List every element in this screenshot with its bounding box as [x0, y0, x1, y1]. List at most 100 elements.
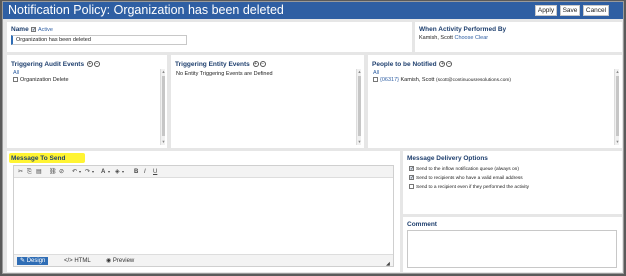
remove-icon[interactable]: −: [446, 61, 453, 68]
save-button[interactable]: Save: [560, 5, 580, 16]
delivery-option-self[interactable]: Send to a recipient even if they perform…: [409, 184, 529, 190]
italic-icon[interactable]: I: [144, 168, 146, 176]
cut-icon[interactable]: ✂: [18, 168, 23, 176]
link-icon[interactable]: ⛓: [49, 168, 57, 176]
performer-name: Kamish, Scott: [419, 35, 453, 41]
scroll-thumb[interactable]: [358, 76, 361, 136]
entity-events-label: Triggering Entity Events: [175, 61, 250, 68]
person-checkbox[interactable]: [373, 77, 378, 83]
undo-icon[interactable]: ↶: [72, 168, 77, 176]
resize-handle-icon[interactable]: ◢: [386, 260, 390, 268]
people-all-link[interactable]: All: [373, 70, 379, 76]
tab-preview[interactable]: ◉ Preview: [106, 257, 134, 265]
add-icon[interactable]: +: [86, 61, 93, 68]
audit-all-link[interactable]: All: [13, 70, 19, 76]
rich-text-editor[interactable]: ✂ ⎘ ▤ ⛓ ⊘ ↶ ▾ ↷ ▾ A ▾ ◈ ▾ B I U ✎ Design…: [13, 165, 394, 267]
people-heading: People to be Notified + −: [372, 61, 453, 68]
paste-icon[interactable]: ▤: [36, 168, 42, 176]
entity-events-heading: Triggering Entity Events + −: [175, 61, 266, 68]
when-activity-person: Kamish, Scott Choose Clear: [419, 35, 488, 41]
person-email: (scott@continuousresolutions.com): [435, 78, 511, 83]
active-toggle[interactable]: Active: [31, 27, 53, 33]
name-field[interactable]: Organization has been deleted: [11, 35, 187, 45]
scroll-up-icon[interactable]: ▲: [357, 70, 362, 74]
undo-dropdown-icon[interactable]: ▾: [79, 168, 81, 176]
fill-color-icon[interactable]: ◈: [115, 168, 120, 176]
person-item[interactable]: {06317} Kamish, Scott (scott@continuousr…: [373, 77, 511, 83]
audit-events-heading: Triggering Audit Events + −: [11, 61, 100, 68]
comment-field[interactable]: [407, 230, 617, 268]
name-label: Name: [11, 26, 29, 33]
add-icon[interactable]: +: [252, 61, 259, 68]
underline-icon[interactable]: U: [153, 168, 157, 176]
font-color-dropdown-icon[interactable]: ▾: [108, 168, 110, 176]
message-panel: Message To Send ✂ ⎘ ▤ ⛓ ⊘ ↶ ▾ ↷ ▾ A ▾ ◈ …: [7, 151, 400, 272]
cancel-button[interactable]: Cancel: [583, 5, 609, 16]
delivery-option-email[interactable]: Send to recipients who have a valid emai…: [409, 175, 523, 181]
clear-link[interactable]: Clear: [475, 35, 488, 41]
delivery-option-label: Send to a recipient even if they perform…: [416, 184, 530, 190]
notification-policy-window: Notification Policy: Organization has be…: [2, 1, 624, 274]
people-label: People to be Notified: [372, 61, 437, 68]
active-label: Active: [38, 27, 53, 33]
choose-link[interactable]: Choose: [454, 35, 473, 41]
when-activity-panel: When Activity Performed By Kamish, Scott…: [415, 22, 622, 52]
remove-icon[interactable]: −: [93, 61, 100, 68]
tab-design[interactable]: ✎ Design: [17, 257, 49, 265]
add-icon[interactable]: +: [439, 61, 446, 68]
scroll-thumb[interactable]: [162, 76, 165, 136]
audit-events-panel: Triggering Audit Events + − All Organizat…: [7, 55, 167, 148]
unlink-icon[interactable]: ⊘: [59, 168, 64, 176]
audit-events-label: Triggering Audit Events: [11, 61, 85, 68]
delivery-label: Message Delivery Options: [407, 155, 488, 162]
title-bar: Notification Policy: Organization has be…: [3, 2, 623, 19]
when-activity-label: When Activity Performed By: [419, 26, 507, 33]
scroll-up-icon[interactable]: ▲: [615, 70, 620, 74]
redo-icon[interactable]: ↷: [85, 168, 90, 176]
entity-events-panel: Triggering Entity Events + − No Entity Tr…: [171, 55, 364, 148]
message-label: Message To Send: [11, 155, 66, 162]
audit-event-checkbox[interactable]: [13, 77, 18, 83]
tab-preview-label: Preview: [112, 258, 135, 264]
copy-icon[interactable]: ⎘: [27, 168, 32, 176]
apply-button[interactable]: Apply: [535, 5, 557, 16]
tab-html-label: HTML: [74, 258, 91, 264]
comment-panel: Comment: [403, 217, 622, 272]
editor-content-area[interactable]: [14, 178, 393, 254]
editor-mode-bar: ✎ Design </> HTML ◉ Preview ◢: [14, 254, 393, 268]
delivery-option-checkbox[interactable]: [409, 166, 414, 171]
delivery-option-queue[interactable]: Send to the inflow notification queue (a…: [409, 166, 519, 172]
redo-dropdown-icon[interactable]: ▾: [92, 168, 94, 176]
scroll-down-icon[interactable]: ▼: [615, 140, 620, 144]
name-panel: Name Active Organization has been delete…: [7, 22, 412, 52]
scroll-down-icon[interactable]: ▼: [357, 140, 362, 144]
delivery-option-label: Send to the inflow notification queue (a…: [416, 166, 519, 172]
delivery-option-checkbox[interactable]: [409, 184, 414, 189]
people-scrollbar[interactable]: ▲ ▼: [614, 69, 619, 145]
delivery-option-label: Send to recipients who have a valid emai…: [416, 175, 523, 181]
audit-event-item[interactable]: Organization Delete: [13, 77, 69, 83]
bold-icon[interactable]: B: [134, 168, 138, 176]
page-title: Notification Policy: Organization has be…: [8, 3, 284, 17]
people-panel: People to be Notified + − All {06317} Kam…: [368, 55, 622, 148]
person-id-link[interactable]: {06317}: [380, 77, 399, 83]
entity-events-empty: No Entity Triggering Events are Defined: [176, 71, 273, 77]
remove-icon[interactable]: −: [259, 61, 266, 68]
delivery-options-panel: Message Delivery Options Send to the inf…: [403, 151, 622, 214]
comment-label: Comment: [407, 221, 437, 228]
fill-color-dropdown-icon[interactable]: ▾: [122, 168, 124, 176]
scroll-up-icon[interactable]: ▲: [161, 70, 166, 74]
name-field-value: Organization has been deleted: [16, 37, 91, 43]
delivery-option-checkbox[interactable]: [409, 175, 414, 180]
person-name: Kamish, Scott: [400, 77, 435, 83]
editor-toolbar: ✂ ⎘ ▤ ⛓ ⊘ ↶ ▾ ↷ ▾ A ▾ ◈ ▾ B I U: [14, 166, 393, 178]
tab-html[interactable]: </> HTML: [64, 257, 91, 265]
tab-design-label: Design: [26, 258, 46, 264]
active-checkbox[interactable]: [31, 27, 36, 33]
scroll-thumb[interactable]: [616, 76, 619, 136]
audit-event-label: Organization Delete: [20, 77, 69, 83]
entity-events-scrollbar[interactable]: ▲ ▼: [356, 69, 361, 145]
font-color-icon[interactable]: A: [101, 168, 105, 176]
audit-events-scrollbar[interactable]: ▲ ▼: [160, 69, 165, 145]
scroll-down-icon[interactable]: ▼: [161, 140, 166, 144]
